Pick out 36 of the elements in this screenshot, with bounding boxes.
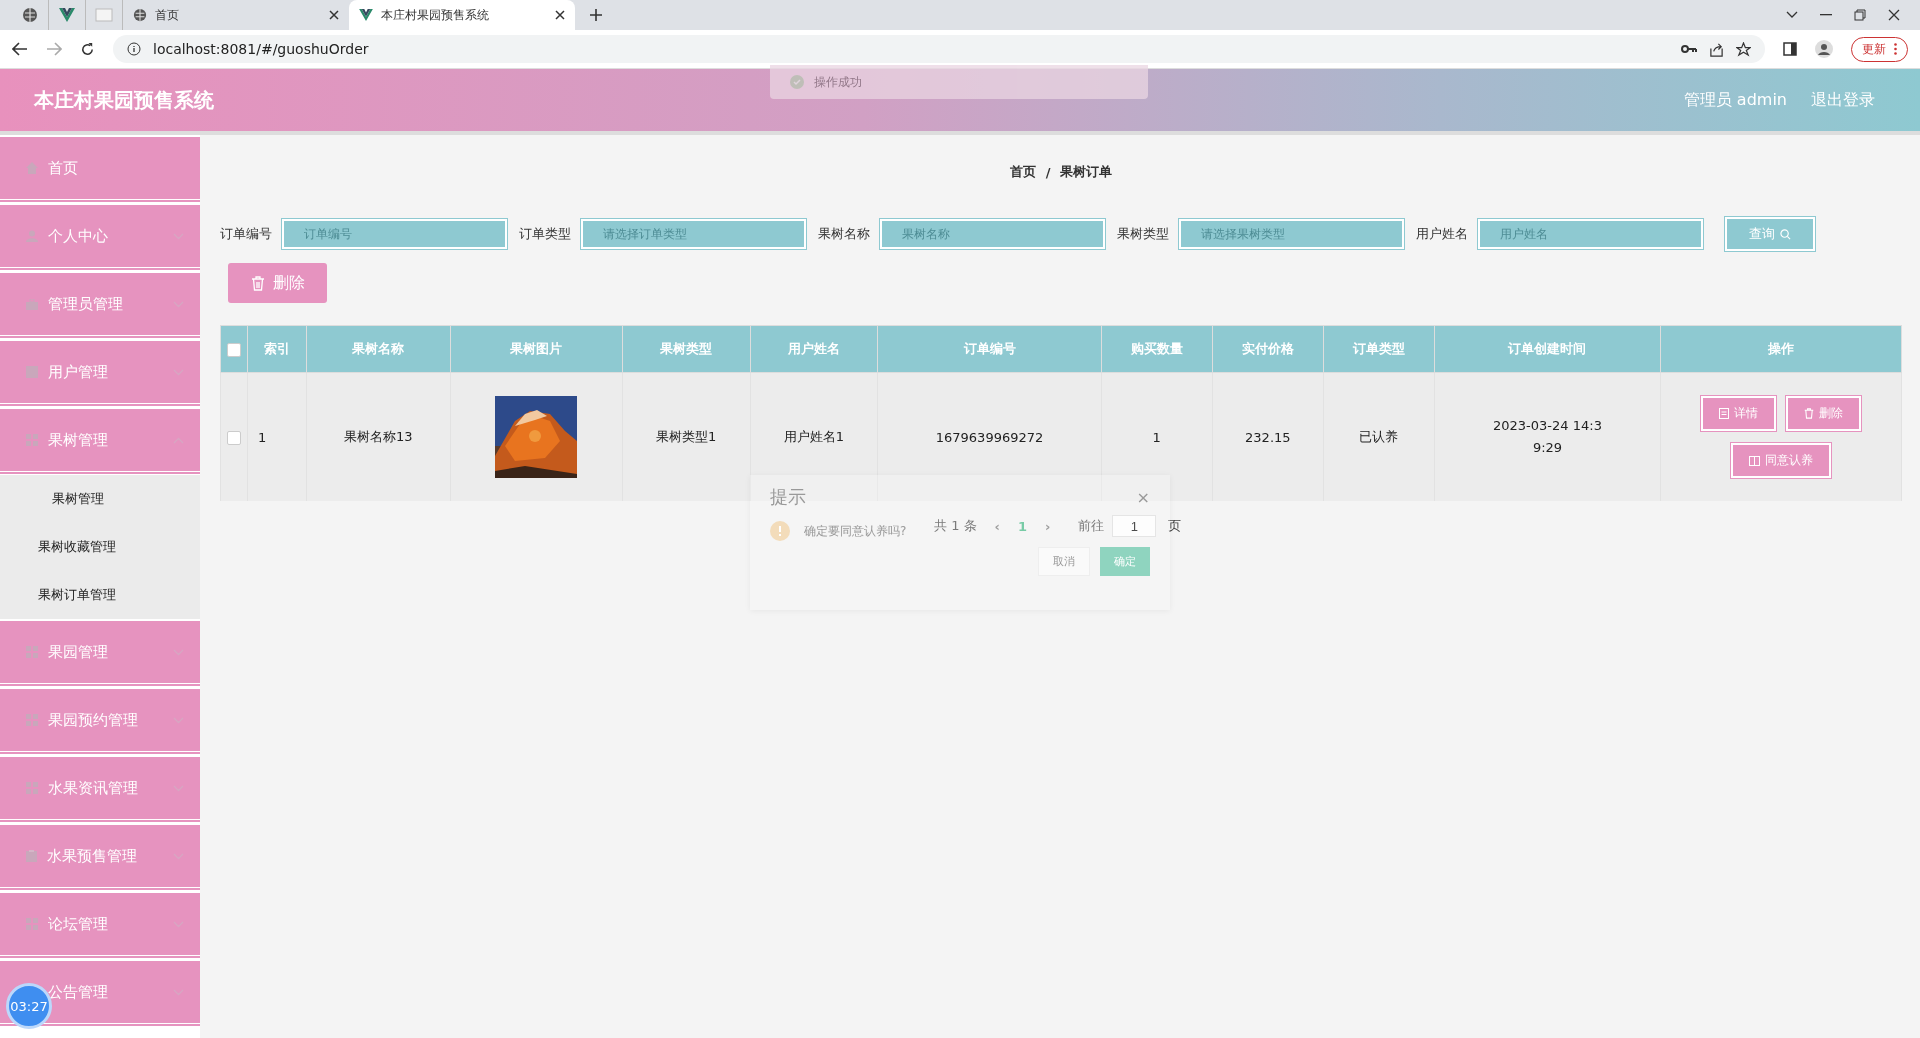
goto-label: 前往 bbox=[1078, 517, 1105, 535]
column-header: 果树类型 bbox=[660, 341, 713, 356]
table-cell: 用户姓名1 bbox=[783, 429, 845, 444]
table-cell: 1 bbox=[258, 429, 267, 445]
filter-label: 果树类型 bbox=[1117, 225, 1169, 243]
url-text: localhost:8081/#/guoshuOrder bbox=[153, 41, 369, 57]
table-cell: 已认养 bbox=[1359, 429, 1399, 444]
column-header: 订单类型 bbox=[1352, 341, 1405, 356]
page-unit: 页 bbox=[1168, 517, 1182, 535]
column-header: 订单编号 bbox=[963, 341, 1016, 356]
table-cell: 果树类型1 bbox=[656, 429, 717, 444]
dialog-title: 提示 bbox=[770, 485, 806, 509]
column-header: 实付价格 bbox=[1241, 341, 1294, 356]
column-header: 订单创建时间 bbox=[1508, 341, 1587, 356]
column-header: 果树图片 bbox=[510, 341, 563, 356]
table-cell: 1 bbox=[1152, 429, 1161, 445]
filter-label: 订单类型 bbox=[519, 225, 571, 243]
filter-label: 用户姓名 bbox=[1416, 225, 1468, 243]
user-name: 管理员 admin bbox=[1683, 89, 1787, 111]
app-title: 本庄村果园预售系统 bbox=[34, 86, 214, 114]
filter-label: 订单编号 bbox=[220, 225, 272, 243]
column-header: 用户姓名 bbox=[788, 341, 840, 356]
column-header: 操作 bbox=[1768, 341, 1794, 356]
total-count: 共 1 条 bbox=[934, 517, 977, 535]
column-header: 果树名称 bbox=[352, 341, 405, 356]
dialog-message: 确定要同意认养吗? bbox=[804, 522, 907, 540]
column-header: 购买数量 bbox=[1130, 341, 1183, 356]
table-cell: 果树名称13 bbox=[344, 429, 413, 444]
table-cell: 1679639969272 bbox=[935, 429, 1044, 445]
table-cell: 232.15 bbox=[1245, 429, 1291, 445]
breadcrumb-separator: / bbox=[1045, 164, 1051, 180]
toast-message: 操作成功 bbox=[814, 73, 862, 91]
table-cell: 2023-03-24 14:3 9:29 bbox=[1493, 418, 1602, 455]
breadcrumb-current: 果树订单 bbox=[1060, 163, 1113, 181]
filter-label: 果树名称 bbox=[818, 225, 870, 243]
column-header: 索引 bbox=[263, 341, 290, 356]
